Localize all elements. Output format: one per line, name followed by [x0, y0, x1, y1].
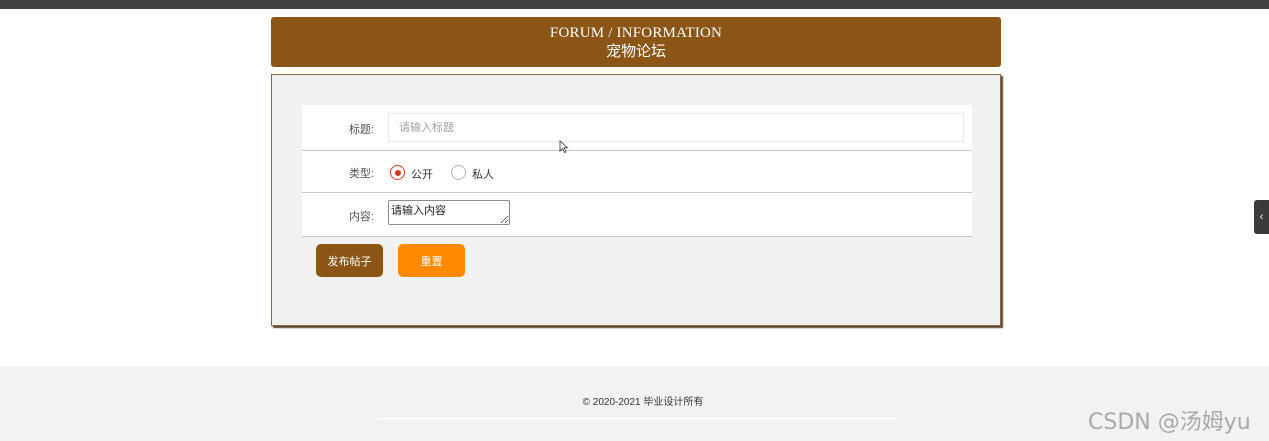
title-input[interactable] — [388, 113, 964, 142]
radio-private-circle[interactable] — [451, 165, 466, 180]
csdn-watermark: CSDN @汤姆yu — [1088, 410, 1251, 435]
title-row: 标题: — [302, 105, 972, 151]
header-title-cn: 宠物论坛 — [605, 42, 666, 60]
type-label: 类型: — [348, 168, 374, 180]
radio-public-label[interactable]: 公开 — [411, 166, 433, 182]
post-form: 标题: 类型: 公开 私人 内容: — [302, 105, 972, 237]
content-label: 内容: — [348, 211, 374, 223]
mouse-cursor-icon — [559, 140, 569, 154]
chevron-left-icon[interactable]: ‹ — [1260, 211, 1264, 223]
title-label: 标题: — [348, 124, 374, 136]
publish-post-button[interactable]: 发布帖子 — [316, 244, 383, 277]
type-row: 类型: 公开 私人 — [302, 151, 972, 193]
header-title-en: FORUM / INFORMATION — [549, 25, 723, 41]
side-collapse-tab[interactable]: ‹ — [1254, 200, 1269, 234]
content-textarea[interactable] — [388, 200, 510, 225]
footer-divider — [377, 418, 896, 419]
page-header: FORUM / INFORMATION 宠物论坛 — [271, 17, 1001, 67]
radio-public-circle[interactable] — [390, 165, 405, 180]
page-footer: © 2020-2021 毕业设计所有 — [0, 366, 1269, 441]
content-row: 内容: — [302, 193, 972, 237]
footer-copyright: © 2020-2021 毕业设计所有 — [582, 397, 704, 408]
post-form-panel: 标题: 类型: 公开 私人 内容: 发布帖子 重置 — [271, 74, 1001, 326]
radio-private-label[interactable]: 私人 — [472, 166, 494, 182]
reset-button[interactable]: 重置 — [398, 244, 465, 277]
top-bar — [0, 0, 1269, 9]
